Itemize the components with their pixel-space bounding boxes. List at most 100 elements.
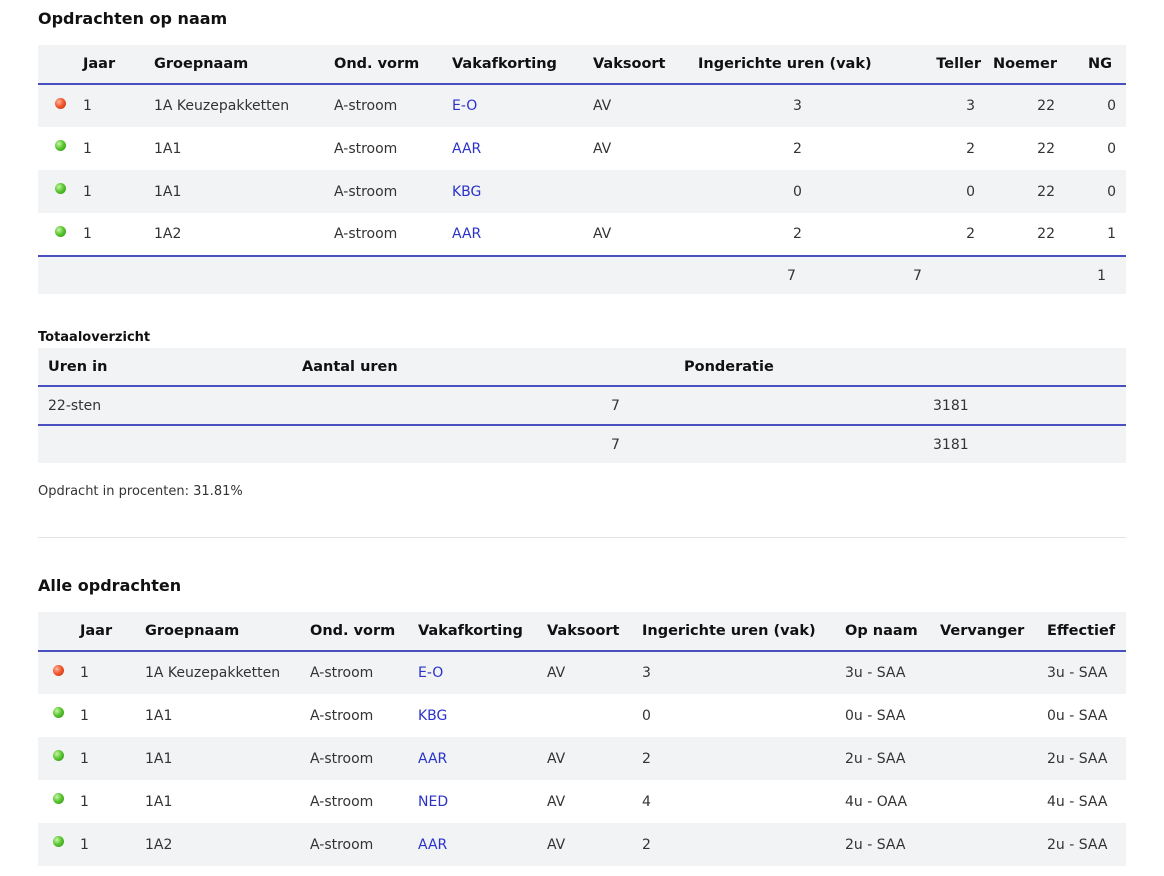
- table-row: 1 1A Keuzepakketten A-stroom E-O AV 3 3u - SAA…: [38, 651, 1126, 694]
- col-ng[interactable]: NG: [1075, 45, 1126, 84]
- vakafkorting-link[interactable]: KBG: [418, 708, 447, 724]
- cell-aantal: 7: [301, 386, 683, 425]
- cell-vervanger: [939, 780, 1046, 823]
- table-header-row: Jaar Groepnaam Ond. vorm Vakafkorting Va…: [38, 612, 1126, 651]
- vakafkorting-link[interactable]: AAR: [418, 837, 447, 853]
- total-ng: 1: [1075, 256, 1126, 294]
- cell-vaksoort: [592, 170, 697, 213]
- cell-teller: 2: [899, 127, 989, 170]
- cell-groepnaam: 1A1: [153, 170, 333, 213]
- vakafkorting-link[interactable]: AAR: [452, 226, 481, 242]
- col-aantal-uren: Aantal uren: [301, 348, 683, 386]
- col-ond-vorm[interactable]: Ond. vorm: [309, 612, 417, 651]
- col-jaar[interactable]: Jaar: [82, 45, 153, 84]
- opdracht-percentage-text: Opdracht in procenten: 31.81%: [38, 484, 243, 499]
- table-row: 1 1A2 A-stroom AAR AV 2 2 22 1: [38, 213, 1126, 256]
- col-ingerichte-uren[interactable]: Ingerichte uren (vak): [697, 45, 899, 84]
- cell-vakafkorting: AAR: [417, 737, 546, 780]
- cell-ond-vorm: A-stroom: [309, 694, 417, 737]
- col-ponderatie: Ponderatie: [683, 348, 1126, 386]
- cell-ingerichte-uren: 3: [697, 84, 899, 127]
- status-red-icon: [53, 664, 64, 676]
- col-status: [38, 612, 79, 651]
- cell-ng: 0: [1075, 127, 1126, 170]
- cell-groepnaam: 1A2: [153, 213, 333, 256]
- cell-jaar: 1: [79, 737, 144, 780]
- col-vakafkorting[interactable]: Vakafkorting: [417, 612, 546, 651]
- col-vaksoort[interactable]: Vaksoort: [592, 45, 697, 84]
- cell-jaar: 1: [79, 651, 144, 694]
- col-ingerichte-uren[interactable]: Ingerichte uren (vak): [641, 612, 844, 651]
- cell-groepnaam: 1A1: [153, 127, 333, 170]
- cell-vakafkorting: KBG: [417, 694, 546, 737]
- cell-vakafkorting: E-O: [451, 84, 592, 127]
- cell-groepnaam: 1A Keuzepakketten: [144, 651, 309, 694]
- status-green-icon: [53, 750, 64, 761]
- col-vaksoort[interactable]: Vaksoort: [546, 612, 641, 651]
- col-op-naam[interactable]: Op naam: [844, 612, 939, 651]
- totals-row: 7 3181: [38, 425, 1126, 463]
- cell-ond-vorm: A-stroom: [333, 170, 451, 213]
- alle-opdrachten-table: Jaar Groepnaam Ond. vorm Vakafkorting Va…: [38, 612, 1126, 866]
- cell-effectief: 3u - SAA: [1046, 651, 1126, 694]
- cell-groepnaam: 1A2: [144, 823, 309, 866]
- status-green-icon: [54, 183, 66, 194]
- cell-ond-vorm: A-stroom: [333, 127, 451, 170]
- col-teller[interactable]: Teller: [899, 45, 989, 84]
- status-green-icon: [54, 225, 66, 237]
- cell-vervanger: [939, 823, 1046, 866]
- cell-vaksoort: AV: [546, 651, 641, 694]
- cell-vakafkorting: AAR: [451, 213, 592, 256]
- cell-ng: 1: [1075, 213, 1126, 256]
- cell-status: [38, 213, 82, 256]
- table-row: 1 1A1 A-stroom KBG 0 0 22 0: [38, 170, 1126, 213]
- table-row: 1 1A2 A-stroom AAR AV 2 2u - SAA 2u - SAA: [38, 823, 1126, 866]
- section-title-alle-opdrachten: Alle opdrachten: [38, 576, 182, 595]
- vakafkorting-link[interactable]: AAR: [452, 141, 481, 157]
- cell-vakafkorting: AAR: [451, 127, 592, 170]
- col-vakafkorting[interactable]: Vakafkorting: [451, 45, 592, 84]
- table-row: 1 1A1 A-stroom NED AV 4 4u - OAA 4u - SAA: [38, 780, 1126, 823]
- cell-teller: 0: [899, 170, 989, 213]
- col-groepnaam[interactable]: Groepnaam: [144, 612, 309, 651]
- cell-vervanger: [939, 737, 1046, 780]
- vakafkorting-link[interactable]: E-O: [418, 665, 443, 681]
- total-uren: 7: [697, 256, 899, 294]
- cell-ingerichte-uren: 2: [641, 823, 844, 866]
- cell-vaksoort: AV: [592, 127, 697, 170]
- cell-ingerichte-uren: 3: [641, 651, 844, 694]
- vakafkorting-link[interactable]: KBG: [452, 184, 481, 200]
- vakafkorting-link[interactable]: NED: [418, 794, 448, 810]
- cell-groepnaam: 1A1: [144, 694, 309, 737]
- cell-groepnaam: 1A1: [144, 780, 309, 823]
- total-ponderatie: 3181: [683, 425, 1126, 463]
- cell-noemer: 22: [989, 213, 1075, 256]
- status-green-icon: [53, 707, 64, 718]
- col-noemer[interactable]: Noemer: [989, 45, 1075, 84]
- status-green-icon: [53, 793, 64, 804]
- col-effectief[interactable]: Effectief: [1046, 612, 1126, 651]
- cell-ingerichte-uren: 0: [697, 170, 899, 213]
- col-ond-vorm[interactable]: Ond. vorm: [333, 45, 451, 84]
- cell-op-naam: 2u - SAA: [844, 737, 939, 780]
- cell-status: [38, 694, 79, 737]
- cell-groepnaam: 1A1: [144, 737, 309, 780]
- cell-ond-vorm: A-stroom: [309, 651, 417, 694]
- opdrachten-op-naam-table: Jaar Groepnaam Ond. vorm Vakafkorting Va…: [38, 45, 1126, 294]
- cell-ingerichte-uren: 0: [641, 694, 844, 737]
- col-vervanger[interactable]: Vervanger: [939, 612, 1046, 651]
- vakafkorting-link[interactable]: E-O: [452, 98, 477, 114]
- cell-ond-vorm: A-stroom: [333, 84, 451, 127]
- cell-jaar: 1: [82, 127, 153, 170]
- col-uren-in: Uren in: [38, 348, 301, 386]
- col-groepnaam[interactable]: Groepnaam: [153, 45, 333, 84]
- section-title-totaaloverzicht: Totaaloverzicht: [38, 330, 151, 345]
- cell-op-naam: 0u - SAA: [844, 694, 939, 737]
- cell-effectief: 2u - SAA: [1046, 737, 1126, 780]
- cell-jaar: 1: [82, 213, 153, 256]
- cell-status: [38, 823, 79, 866]
- cell-uren-in: 22-sten: [38, 386, 301, 425]
- col-jaar[interactable]: Jaar: [79, 612, 144, 651]
- cell-ingerichte-uren: 2: [697, 213, 899, 256]
- vakafkorting-link[interactable]: AAR: [418, 751, 447, 767]
